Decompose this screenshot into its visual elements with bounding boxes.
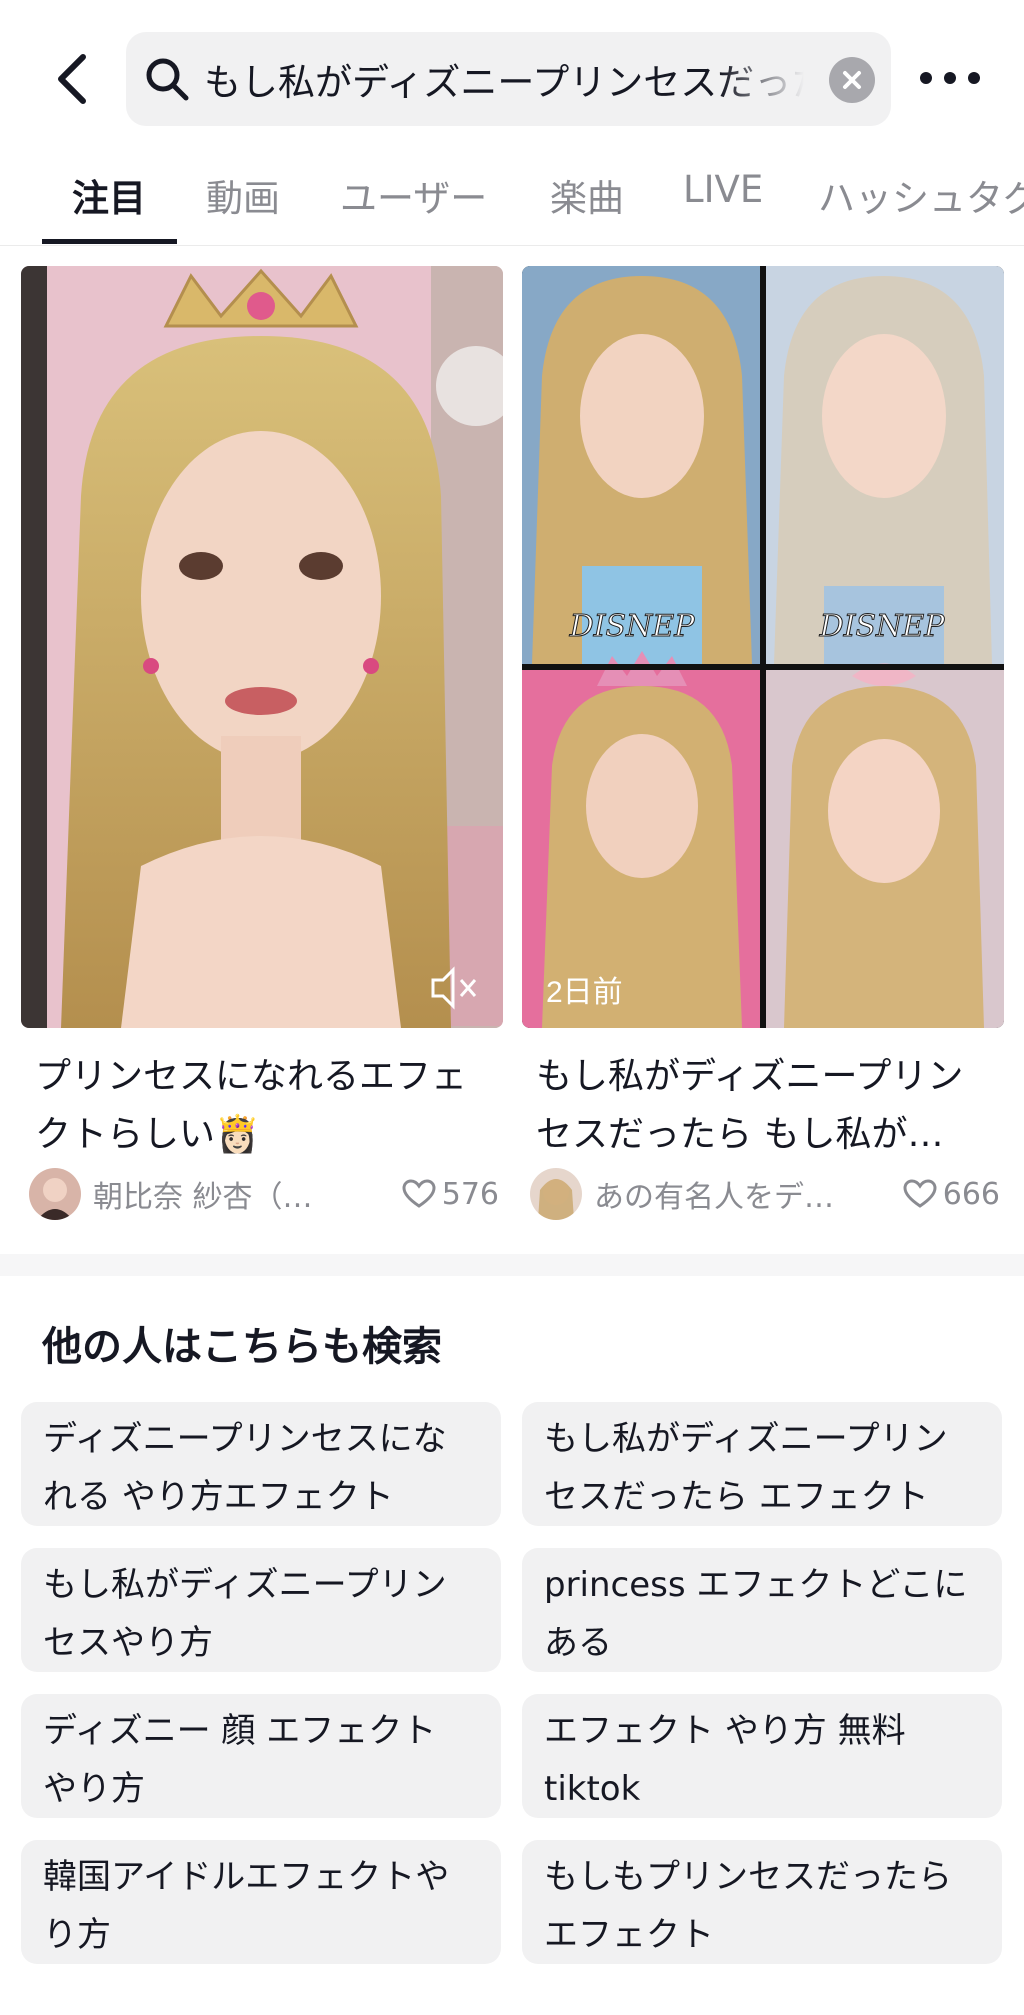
posted-ago-badge: 2日前 <box>546 976 623 1009</box>
section-divider <box>0 1254 1024 1276</box>
back-icon <box>58 54 86 104</box>
related-search-item[interactable]: 韓国アイドルエフェクトやり方 <box>21 1840 501 1964</box>
related-search-item[interactable]: ディズニー 顔 エフェクト やり方 <box>21 1694 501 1818</box>
video-meta: あの有名人をデ… 666 <box>530 1166 1000 1222</box>
like-count: 666 <box>903 1177 1000 1212</box>
search-query[interactable]: もし私がディズニープリンセスだったら <box>204 52 804 106</box>
disney-watermark: DISNEP <box>569 609 696 644</box>
search-icon <box>146 58 189 101</box>
related-search-item[interactable]: ディズニープリンセスになれる やり方エフェクト <box>21 1402 501 1526</box>
search-input[interactable]: もし私がディズニープリンセスだったら <box>126 32 891 126</box>
heart-icon <box>402 1179 436 1208</box>
princess-portrait-image <box>21 266 503 1028</box>
related-search-item[interactable]: princess エフェクトどこにある <box>522 1548 1002 1672</box>
video-caption[interactable]: もし私がディズニープリンセスだったら もし私が… <box>536 1048 996 1164</box>
tab-videos[interactable]: 動画 <box>206 168 280 222</box>
more-icon <box>920 72 932 84</box>
author-name[interactable]: 朝比奈 紗杏（… <box>93 1172 363 1216</box>
tab-active-indicator <box>42 239 177 244</box>
author-name[interactable]: あの有名人をデ… <box>594 1172 864 1216</box>
related-search-item[interactable]: もし私がディズニープリンセスやり方 <box>21 1548 501 1672</box>
tab-sounds[interactable]: 楽曲 <box>550 168 624 222</box>
tab-top[interactable]: 注目 <box>72 168 146 222</box>
video-meta: 朝比奈 紗杏（… 576 <box>29 1166 499 1222</box>
back-button[interactable] <box>42 44 102 114</box>
video-thumbnail[interactable]: DISNEP DISNEP 2日前 <box>522 266 1004 1028</box>
tab-live[interactable]: LIVE <box>683 168 763 211</box>
tab-users[interactable]: ユーザー <box>340 168 487 222</box>
video-caption[interactable]: プリンセスになれるエフェクトらしい👸🏻 <box>35 1048 495 1164</box>
tab-hashtags[interactable]: ハッシュタグ <box>818 168 1024 222</box>
related-searches-title: 他の人はこちらも検索 <box>42 1324 442 1370</box>
disney-watermark: DISNEP <box>819 609 946 644</box>
princess-collage-image: DISNEP DISNEP 2日前 <box>522 266 1004 1028</box>
search-header: もし私がディズニープリンセスだったら <box>0 0 1024 150</box>
related-search-item[interactable]: エフェクト やり方 無料 tiktok <box>522 1694 1002 1818</box>
related-search-item[interactable]: もし私がディズニープリンセスだったら エフェクト <box>522 1402 1002 1526</box>
search-tabs: 注目 動画 ユーザー 楽曲 LIVE ハッシュタグ <box>0 150 1024 246</box>
video-thumbnail[interactable] <box>21 266 503 1028</box>
like-count: 576 <box>402 1177 499 1212</box>
clear-button[interactable] <box>829 57 875 103</box>
more-button[interactable] <box>920 60 980 96</box>
avatar[interactable] <box>530 1168 582 1220</box>
avatar[interactable] <box>29 1168 81 1220</box>
related-search-item[interactable]: もしもプリンセスだったら エフェクト <box>522 1840 1002 1964</box>
heart-icon <box>903 1179 937 1208</box>
clear-icon <box>843 71 861 89</box>
